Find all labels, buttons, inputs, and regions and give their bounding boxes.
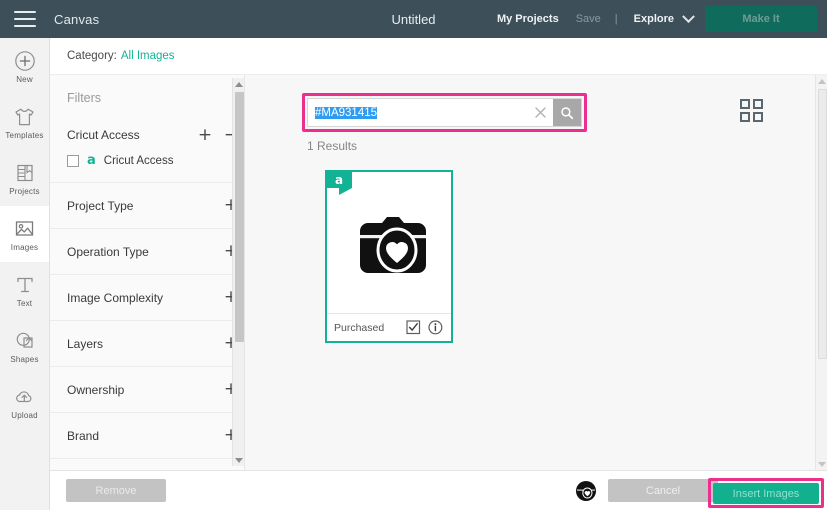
- my-projects-button[interactable]: My Projects: [488, 13, 568, 25]
- grid-view-icon[interactable]: [740, 99, 763, 122]
- filters-title: Filters: [67, 91, 102, 105]
- insert-images-button[interactable]: Insert Images: [713, 483, 819, 504]
- filter-option-cricut-access[interactable]: a Cricut Access: [50, 151, 244, 182]
- category-bar: Category: All Images: [50, 38, 827, 75]
- category-label: Category:: [67, 50, 117, 62]
- cancel-button[interactable]: Cancel: [608, 479, 718, 502]
- filters-scrollbar[interactable]: [232, 78, 244, 466]
- filter-label-brand: Brand: [67, 428, 100, 443]
- remove-button[interactable]: Remove: [66, 479, 166, 502]
- filter-label-ownership: Ownership: [67, 382, 125, 397]
- image-card-footer: Purchased: [327, 313, 451, 341]
- tshirt-icon: [12, 105, 38, 129]
- toolbar-divider: |: [614, 13, 618, 25]
- sidebar-item-images[interactable]: Images: [0, 206, 49, 262]
- image-card[interactable]: a Purchased: [325, 170, 453, 343]
- result-count: 1 Results: [307, 139, 358, 153]
- search-box[interactable]: [307, 98, 582, 127]
- filter-label-operation-type: Operation Type: [67, 244, 149, 259]
- camera-heart-thumb[interactable]: [575, 479, 597, 502]
- sidebar-item-text[interactable]: Text: [0, 262, 49, 318]
- results-panel: 1 Results a Purchased: [245, 75, 827, 470]
- filter-group-project-type[interactable]: Project Type +: [50, 182, 244, 228]
- filter-group-layers[interactable]: Layers +: [50, 320, 244, 366]
- filters-scroll-up-arrow[interactable]: [233, 78, 245, 90]
- book-icon: [12, 161, 38, 185]
- search-input[interactable]: [308, 99, 527, 126]
- sidebar-label-projects: Projects: [9, 186, 40, 196]
- top-bar-actions: My Projects Save | Explore Make It: [488, 0, 827, 38]
- hamburger-icon[interactable]: [14, 11, 36, 27]
- plus-circle-icon: [12, 49, 38, 73]
- camera-heart-image: [327, 194, 451, 304]
- sidebar-item-new[interactable]: New: [0, 38, 49, 94]
- sidebar-item-projects[interactable]: Projects: [0, 150, 49, 206]
- upload-cloud-icon: [12, 385, 38, 409]
- search-button[interactable]: [553, 99, 581, 126]
- results-scrollbar[interactable]: [815, 75, 827, 470]
- cricut-a-logo-badge: a: [334, 172, 344, 187]
- search-area: [302, 93, 587, 132]
- plus-icon-cricut-access[interactable]: +: [192, 126, 218, 144]
- shapes-icon: [12, 329, 38, 353]
- sidebar-item-shapes[interactable]: Shapes: [0, 318, 49, 374]
- make-it-button[interactable]: Make It: [705, 6, 817, 32]
- sidebar-label-upload: Upload: [11, 410, 38, 420]
- sidebar-label-new: New: [16, 74, 33, 84]
- close-x-icon[interactable]: [527, 99, 553, 126]
- filter-group-cricut-access[interactable]: Cricut Access + −: [50, 119, 244, 151]
- bottom-action-bar: Remove Cancel Insert Images: [50, 470, 827, 510]
- filters-scroll-down-arrow[interactable]: [233, 454, 245, 466]
- cricut-access-option-label: Cricut Access: [103, 154, 174, 167]
- cricut-a-logo: a: [87, 153, 96, 168]
- left-rail: New Templates Projects Images Text Shape…: [0, 38, 50, 510]
- cricut-design-space-window: Canvas Untitled My Projects Save | Explo…: [0, 0, 827, 510]
- status-badge: Purchased: [334, 321, 385, 334]
- category-value[interactable]: All Images: [121, 50, 175, 62]
- filter-group-brand[interactable]: Brand +: [50, 412, 244, 458]
- cricut-access-checkbox[interactable]: [67, 154, 79, 167]
- results-scroll-up-arrow[interactable]: [816, 75, 827, 87]
- chevron-down-icon[interactable]: [682, 9, 695, 23]
- sidebar-item-upload[interactable]: Upload: [0, 374, 49, 430]
- results-scroll-down-arrow[interactable]: [816, 458, 827, 470]
- save-button[interactable]: Save: [568, 13, 609, 25]
- sidebar-label-templates: Templates: [5, 130, 44, 140]
- results-scroll-thumb[interactable]: [818, 89, 827, 359]
- explore-button[interactable]: Explore: [624, 13, 678, 25]
- filter-group-ownership[interactable]: Ownership +: [50, 366, 244, 412]
- filters-panel: Filters Cricut Access + − a Cricut Acces…: [50, 75, 245, 470]
- filter-group-image-complexity[interactable]: Image Complexity +: [50, 274, 244, 320]
- image-icon: [12, 217, 38, 241]
- sidebar-label-shapes: Shapes: [10, 354, 39, 364]
- sidebar-label-text: Text: [16, 298, 33, 308]
- filter-group-operation-type[interactable]: Operation Type +: [50, 228, 244, 274]
- top-bar: Canvas Untitled My Projects Save | Explo…: [0, 0, 827, 38]
- sidebar-label-images: Images: [10, 242, 39, 252]
- filter-label-project-type: Project Type: [67, 198, 134, 213]
- sidebar-item-templates[interactable]: Templates: [0, 94, 49, 150]
- filters-scroll-thumb[interactable]: [235, 92, 244, 342]
- canvas-label[interactable]: Canvas: [54, 12, 99, 27]
- filter-group-partial[interactable]: [50, 458, 244, 470]
- filter-label-cricut-access: Cricut Access: [67, 128, 140, 142]
- cricut-access-badge: a: [326, 171, 356, 195]
- filter-label-image-complexity: Image Complexity: [67, 290, 164, 305]
- filter-label-layers: Layers: [67, 336, 104, 351]
- text-t-icon: [12, 273, 38, 297]
- info-circle-icon[interactable]: [427, 319, 444, 336]
- checkbox-checked-icon[interactable]: [405, 319, 422, 336]
